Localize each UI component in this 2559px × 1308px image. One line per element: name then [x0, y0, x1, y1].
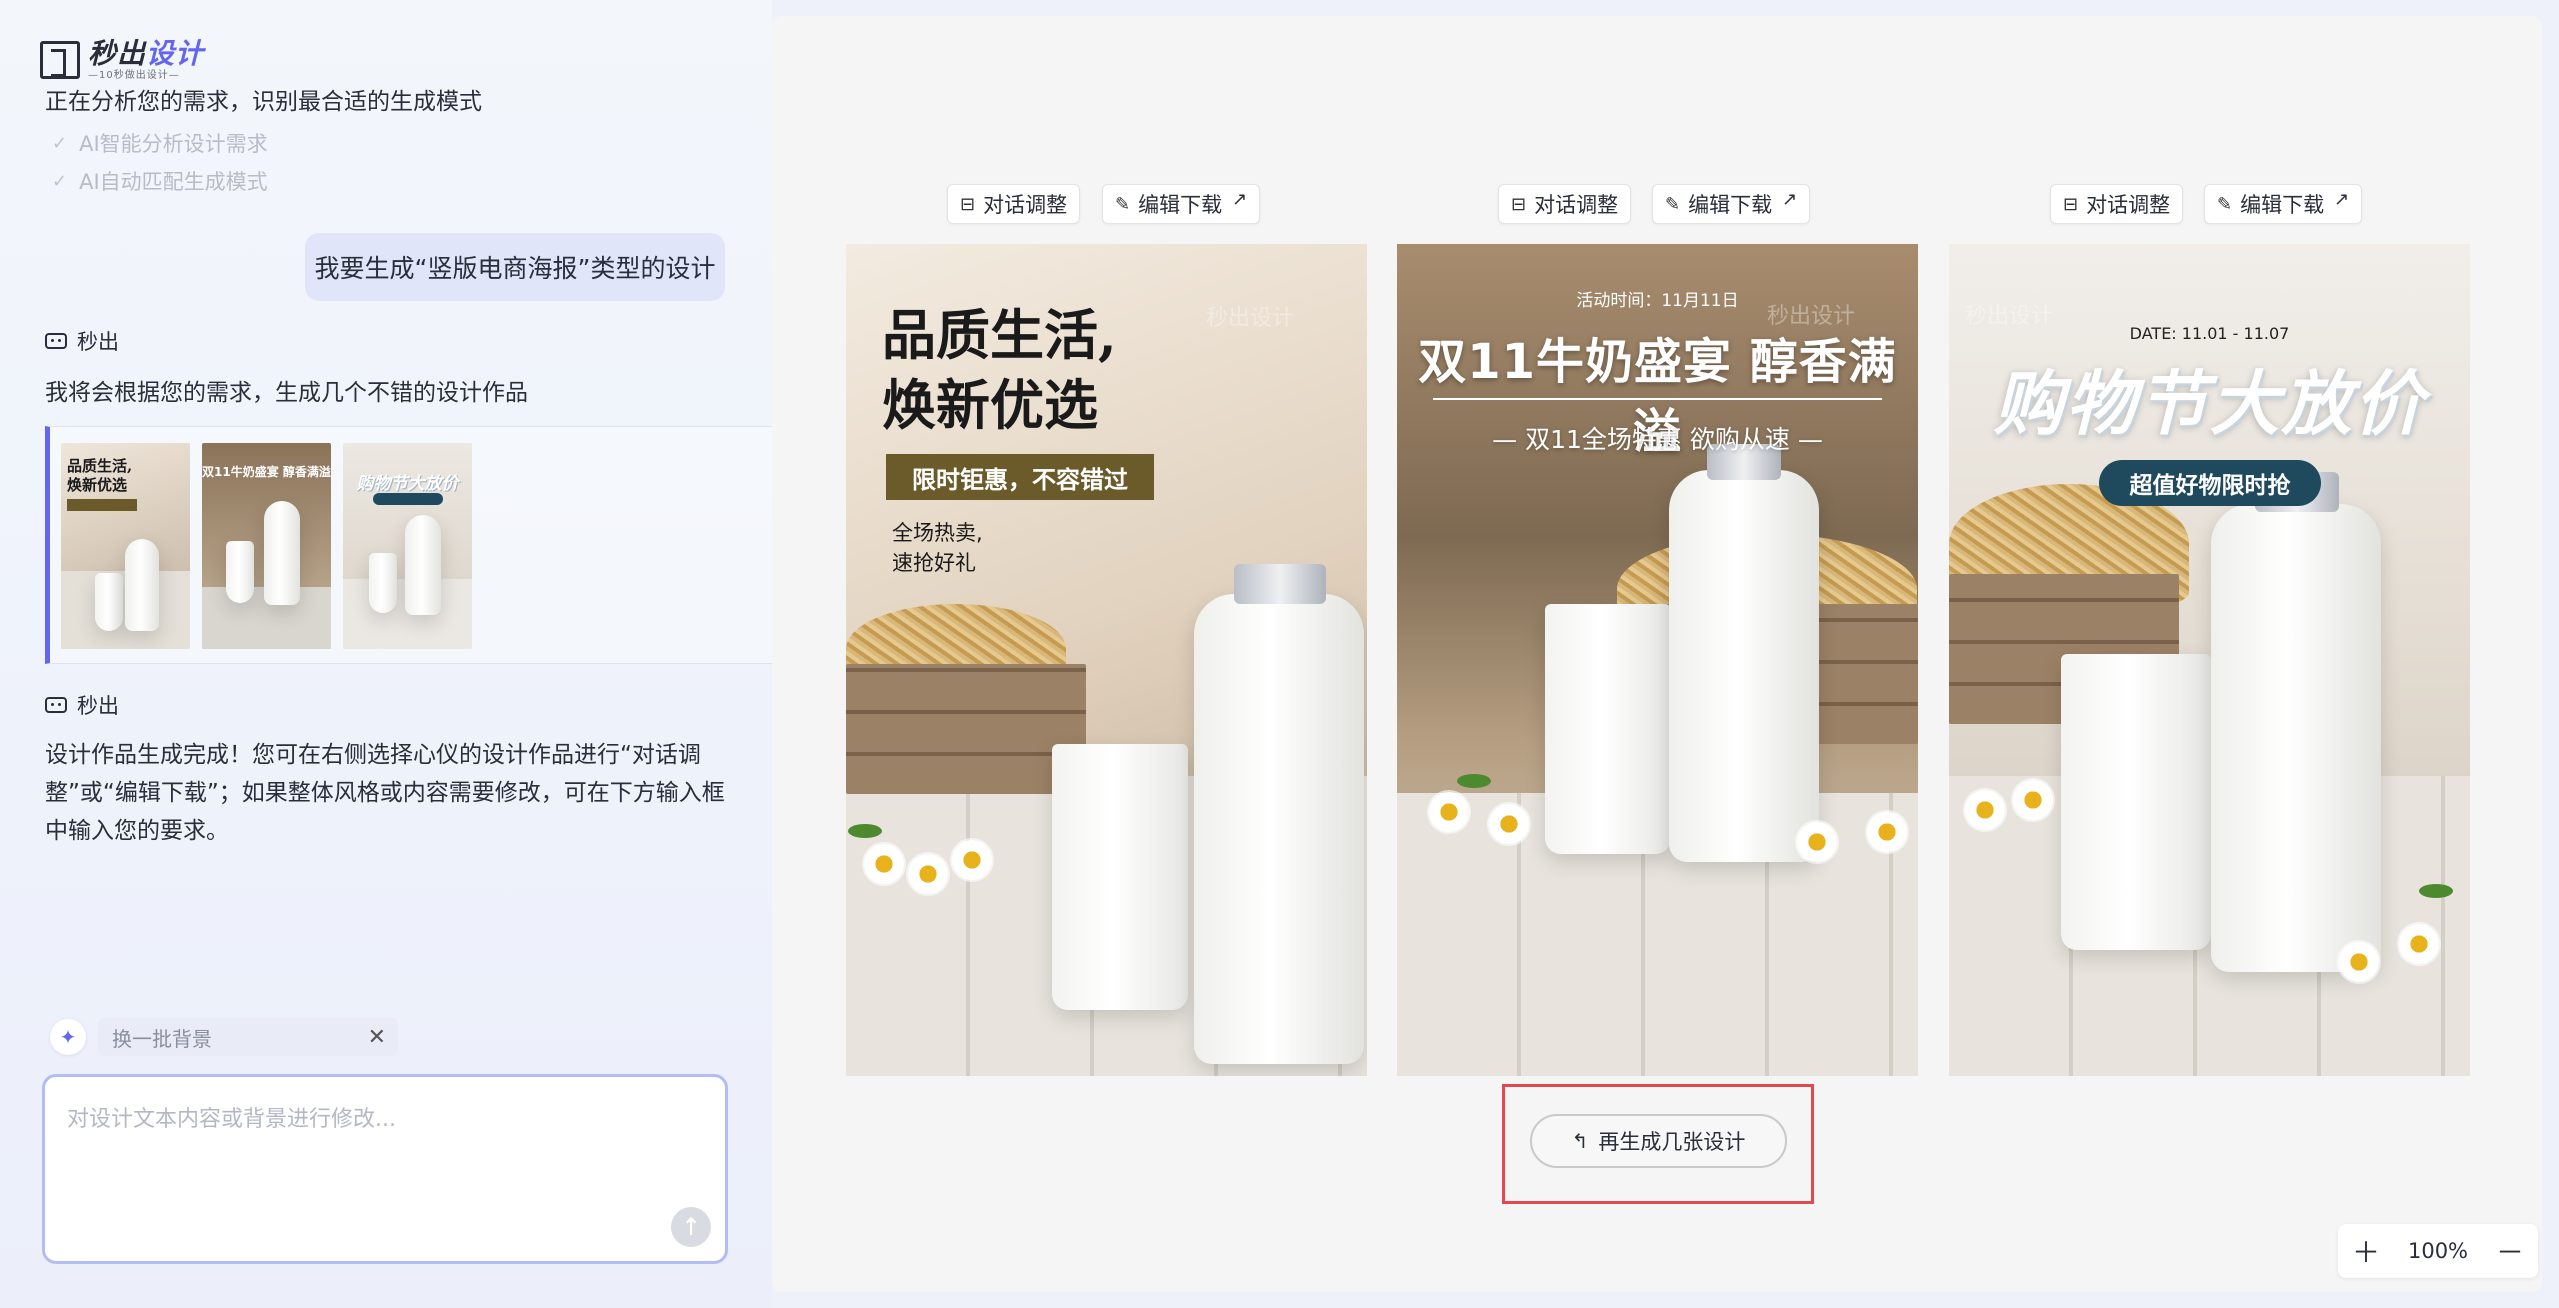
edit-icon: ✎ [1115, 193, 1131, 215]
user-message-bubble: 我要生成“竖版电商海报”类型的设计 [305, 233, 725, 301]
logo-slogan: —10秒做出设计— [88, 69, 180, 81]
prompt-input-box: ↑ [42, 1074, 728, 1264]
adjust-button-1[interactable]: ⊟ 对话调整 [947, 184, 1081, 224]
zoom-level: 100% [2407, 1239, 2469, 1263]
thumbnail-2[interactable]: 双11牛奶盛宴 醇香满溢 [202, 443, 331, 649]
chat-edit-icon: ⊟ [2063, 193, 2079, 215]
bot-label: 秒出 [45, 326, 119, 356]
chat-panel: 秒出设计 —10秒做出设计— 正在分析您的需求，识别最合适的生成模式 ✓ AI智… [0, 0, 772, 1308]
download-button-2[interactable]: ✎ 编辑下载 ↗ [1652, 184, 1811, 224]
milk-glass [1545, 604, 1671, 854]
milk-bottle [1194, 594, 1364, 1064]
arrow-up-right-icon: ↗ [2334, 188, 2350, 210]
check-label: AI自动匹配生成模式 [79, 170, 268, 194]
poster-subtitle: 全场热卖, 速抢好礼 [892, 521, 983, 575]
poster-band: 限时钜惠，不容错过 [886, 454, 1154, 500]
watermark: 秒出设计 [1206, 306, 1295, 331]
check-icon: ✓ [52, 132, 68, 154]
poster-3[interactable]: DATE: 11.01 - 11.07 购物节大放价 超值好物限时抢 秒出设计 [1949, 244, 2470, 1076]
regenerate-button[interactable]: ↰ 再生成几张设计 [1530, 1114, 1787, 1168]
poster-badge: 超值好物限时抢 [2099, 460, 2321, 506]
arrow-up-right-icon: ↗ [1782, 188, 1798, 210]
logo-name: 秒出设计 [88, 36, 205, 70]
edit-icon: ✎ [2217, 193, 2233, 215]
close-icon[interactable]: ✕ [368, 1025, 386, 1050]
bot-completion-message: 设计作品生成完成！您可在右侧选择心仪的设计作品进行“对话调整”或“编辑下载”；如… [45, 742, 725, 844]
divider [1433, 398, 1882, 400]
check-item-2: ✓ AI自动匹配生成模式 [52, 166, 268, 196]
milk-bottle [1669, 470, 1819, 862]
edit-icon: ✎ [1665, 193, 1681, 215]
suggestion-row: ✦ 换一批背景 ✕ [50, 1018, 398, 1056]
watermark: 秒出设计 [1965, 304, 2054, 329]
bot-message: 我将会根据您的需求，生成几个不错的设计作品 [45, 380, 528, 406]
robot-icon [45, 333, 67, 349]
adjust-button-3[interactable]: ⊟ 对话调整 [2050, 184, 2184, 224]
suggestion-chip[interactable]: 换一批背景 ✕ [98, 1018, 398, 1056]
milk-glass [1052, 744, 1188, 1010]
thumbnail-1[interactable]: 品质生活, 焕新优选 [61, 443, 190, 649]
logo-mark-icon [40, 41, 80, 79]
poster-subtitle: — 双11全场特惠 欲购从速 — [1492, 425, 1823, 454]
adjust-button-2[interactable]: ⊟ 对话调整 [1498, 184, 1632, 224]
arrow-up-right-icon: ↗ [1232, 188, 1248, 210]
check-icon: ✓ [52, 170, 68, 192]
zoom-in-button[interactable]: ＋ [2352, 1231, 2380, 1271]
app-logo: 秒出设计 —10秒做出设计— [40, 38, 204, 82]
poster-title: 品质生活, 焕新优选 [882, 303, 1117, 437]
check-item-1: ✓ AI智能分析设计需求 [52, 128, 268, 158]
return-arrow-icon: ↰ [1571, 1129, 1589, 1153]
send-button[interactable]: ↑ [671, 1207, 711, 1247]
design-thumbnails: 品质生活, 焕新优选 双11牛奶盛宴 醇香满溢 购物节大放价 [45, 426, 772, 664]
zoom-out-button[interactable]: － [2496, 1231, 2524, 1271]
chat-edit-icon: ⊟ [960, 193, 976, 215]
chat-edit-icon: ⊟ [1511, 193, 1527, 215]
analysis-status: 正在分析您的需求，识别最合适的生成模式 [45, 89, 482, 115]
poster-title: 购物节大放价 [1993, 363, 2426, 445]
thumbnail-3[interactable]: 购物节大放价 [343, 443, 472, 649]
prompt-input[interactable] [45, 1077, 725, 1261]
poster-2[interactable]: 活动时间：11月11日 双11牛奶盛宴 醇香满溢 — 双11全场特惠 欲购从速 … [1397, 244, 1918, 1076]
milk-glass [2061, 654, 2211, 950]
robot-icon [45, 697, 67, 713]
bot-label: 秒出 [45, 690, 119, 720]
poster-1[interactable]: 品质生活, 焕新优选 限时钜惠，不容错过 全场热卖, 速抢好礼 秒出设计 [846, 244, 1367, 1076]
check-label: AI智能分析设计需求 [79, 132, 268, 156]
zoom-control: ＋ 100% － [2338, 1224, 2538, 1278]
download-button-1[interactable]: ✎ 编辑下载 ↗ [1102, 184, 1261, 224]
watermark: 秒出设计 [1767, 304, 1856, 329]
arrow-up-icon: ↑ [680, 1213, 702, 1241]
sparkle-icon: ✦ [50, 1019, 86, 1055]
milk-bottle [2211, 504, 2381, 972]
download-button-3[interactable]: ✎ 编辑下载 ↗ [2204, 184, 2363, 224]
